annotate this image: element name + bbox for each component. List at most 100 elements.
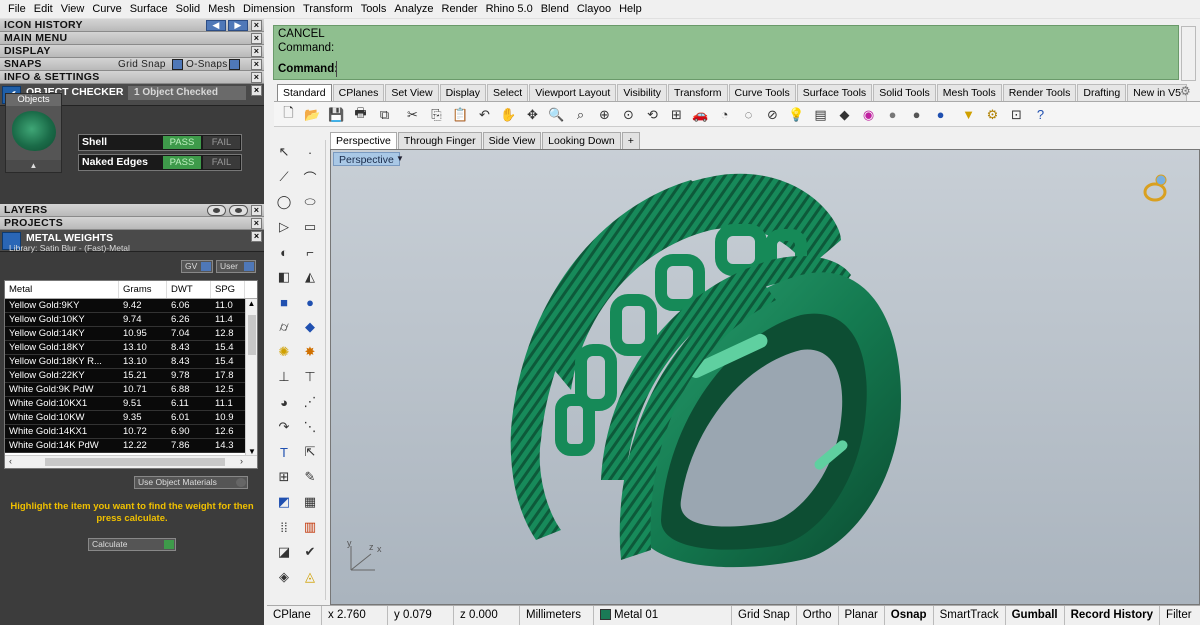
table-row[interactable]: Yellow Gold:22KY 15.21 9.78 17.8 — [5, 369, 257, 383]
projects-header[interactable]: PROJECTS × — [0, 217, 264, 230]
cylinder-icon[interactable]: ⌭ — [274, 317, 294, 337]
mesh-icon[interactable]: ▦ — [300, 492, 320, 512]
close-icon[interactable]: × — [251, 218, 262, 229]
text-icon[interactable]: T — [274, 442, 294, 462]
group-icon[interactable]: ⊞ — [274, 467, 294, 487]
array-icon[interactable]: ⋱ — [300, 417, 320, 437]
dimension-linear-icon[interactable]: ▥ — [300, 517, 320, 537]
options-gear-icon[interactable]: ⚙ — [984, 106, 1001, 123]
tab-curve-tools[interactable]: Curve Tools — [728, 84, 796, 101]
menu-dimension[interactable]: Dimension — [239, 0, 299, 19]
command-input[interactable] — [336, 61, 1136, 77]
col-dwt[interactable]: DWT — [167, 281, 211, 298]
circle-icon[interactable]: ◯ — [274, 192, 294, 212]
tab-cplanes[interactable]: CPlanes — [332, 84, 385, 101]
cplane-label[interactable]: CPlane — [267, 606, 322, 625]
edit-curve-icon[interactable]: ✎ — [300, 467, 320, 487]
main-menu-header[interactable]: MAIN MENU × — [0, 32, 264, 45]
tab-set-view[interactable]: Set View — [385, 84, 439, 101]
arrow-right-icon[interactable]: ▶ — [228, 20, 248, 31]
menu-edit[interactable]: Edit — [30, 0, 57, 19]
close-icon[interactable]: × — [251, 205, 262, 216]
cut-icon[interactable]: ✂ — [404, 106, 421, 123]
paste-icon[interactable]: 📋 — [452, 106, 469, 123]
menu-surface[interactable]: Surface — [126, 0, 172, 19]
layer-indicator[interactable]: Metal 01 — [594, 606, 732, 625]
scroll-thumb[interactable] — [45, 458, 225, 466]
polyline-icon[interactable]: ⟋ — [274, 167, 294, 187]
gv-toggle[interactable]: GV — [181, 260, 213, 273]
light-bulb-icon[interactable]: 💡 — [788, 106, 805, 123]
icon-history-header[interactable]: ICON HISTORY ◀ ▶ × — [0, 19, 264, 32]
fail-button[interactable]: FAIL — [203, 136, 240, 149]
color-wheel-icon[interactable]: ◉ — [860, 106, 877, 123]
close-icon[interactable]: × — [251, 231, 262, 242]
surface-edit-icon[interactable]: ◪ — [274, 542, 294, 562]
light-cone-icon[interactable]: ▼ — [960, 106, 977, 123]
grid-snap-toggle[interactable]: Grid Snap — [732, 606, 797, 625]
menu-blend[interactable]: Blend — [537, 0, 573, 19]
snaps-header[interactable]: SNAPS Grid Snap O-Snaps × — [0, 58, 264, 71]
boolean-icon[interactable]: ◕ — [274, 392, 294, 412]
close-icon[interactable]: × — [251, 59, 262, 70]
import-icon[interactable]: ⧉ — [376, 106, 393, 123]
eye-icon[interactable] — [207, 205, 226, 216]
render-sphere-icon[interactable]: ● — [908, 106, 925, 123]
tab-transform[interactable]: Transform — [668, 84, 728, 101]
fillet-icon[interactable]: ⌐ — [300, 242, 320, 262]
scroll-up-icon[interactable]: ▲ — [246, 299, 257, 308]
o-snaps-label[interactable]: O-Snaps — [186, 58, 228, 71]
plane-icon[interactable]: ◆ — [300, 317, 320, 337]
table-row[interactable]: Yellow Gold:10KY 9.74 6.26 11.4 — [5, 313, 257, 327]
extrude-icon[interactable]: ◭ — [300, 267, 320, 287]
col-grams[interactable]: Grams — [119, 281, 167, 298]
zoom-extents-icon[interactable]: ⊕ — [596, 106, 613, 123]
lock-icon[interactable]: ⊘ — [764, 106, 781, 123]
menu-help[interactable]: Help — [615, 0, 646, 19]
ellipse-icon[interactable]: ⬭ — [300, 192, 320, 212]
use-object-materials-toggle[interactable]: Use Object Materials — [134, 476, 248, 489]
copy-icon[interactable]: ⎘ — [428, 106, 445, 123]
collapse-up-icon[interactable]: ▲ — [6, 160, 61, 172]
table-row[interactable]: Yellow Gold:18KY 13.10 8.43 15.4 — [5, 341, 257, 355]
material-sphere-icon[interactable]: ● — [884, 106, 901, 123]
tab-surface-tools[interactable]: Surface Tools — [796, 84, 873, 101]
info-settings-header[interactable]: INFO & SETTINGS × — [0, 71, 264, 84]
table-row[interactable]: White Gold:10KW 9.35 6.01 10.9 — [5, 411, 257, 425]
split-icon[interactable]: ⊤ — [300, 367, 320, 387]
gumball-toggle[interactable]: Gumball — [1006, 606, 1065, 625]
solid-box-icon[interactable]: ◩ — [274, 492, 294, 512]
record-history-toggle[interactable]: Record History — [1065, 606, 1161, 625]
open-folder-icon[interactable]: 📂 — [304, 106, 321, 123]
trim-icon[interactable]: ⊥ — [274, 367, 294, 387]
table-row[interactable]: Yellow Gold:14KY 10.95 7.04 12.8 — [5, 327, 257, 341]
arc-icon[interactable]: ◐ — [274, 242, 294, 262]
osnap-settings-icon[interactable] — [229, 59, 240, 70]
scale-handles-icon[interactable]: ⇱ — [300, 442, 320, 462]
pass-button[interactable]: PASS — [163, 156, 201, 169]
sphere-icon[interactable]: ● — [300, 292, 320, 312]
fail-button[interactable]: FAIL — [203, 156, 240, 169]
table-row[interactable]: White Gold:14KX1 10.72 6.90 12.6 — [5, 425, 257, 439]
menu-mesh[interactable]: Mesh — [204, 0, 239, 19]
explode-icon[interactable]: ✸ — [300, 342, 320, 362]
pass-button[interactable]: PASS — [163, 136, 201, 149]
polygon-icon[interactable]: ▷ — [274, 217, 294, 237]
menu-render[interactable]: Render — [438, 0, 482, 19]
user-toggle[interactable]: User — [216, 260, 256, 273]
close-icon[interactable]: × — [251, 46, 262, 57]
scroll-right-icon[interactable]: › — [240, 456, 243, 466]
menu-solid[interactable]: Solid — [172, 0, 204, 19]
gear-explode-icon[interactable]: ✺ — [274, 342, 294, 362]
grid-array-icon[interactable]: ⁞⁞ — [274, 517, 294, 537]
four-viewports-icon[interactable]: ⊞ — [668, 106, 685, 123]
close-icon[interactable]: × — [251, 85, 262, 96]
add-viewport-icon[interactable]: + — [621, 132, 640, 149]
tab-perspective[interactable]: Perspective — [330, 132, 397, 149]
objects-preview[interactable]: Objects ▲ — [5, 93, 62, 173]
new-file-icon[interactable]: 🗋 — [280, 105, 297, 123]
tab-standard[interactable]: Standard — [277, 84, 332, 101]
table-row[interactable]: White Gold:9K PdW 10.71 6.88 12.5 — [5, 383, 257, 397]
tab-display[interactable]: Display — [439, 84, 487, 101]
layers-icon[interactable]: ◆ — [836, 106, 853, 123]
